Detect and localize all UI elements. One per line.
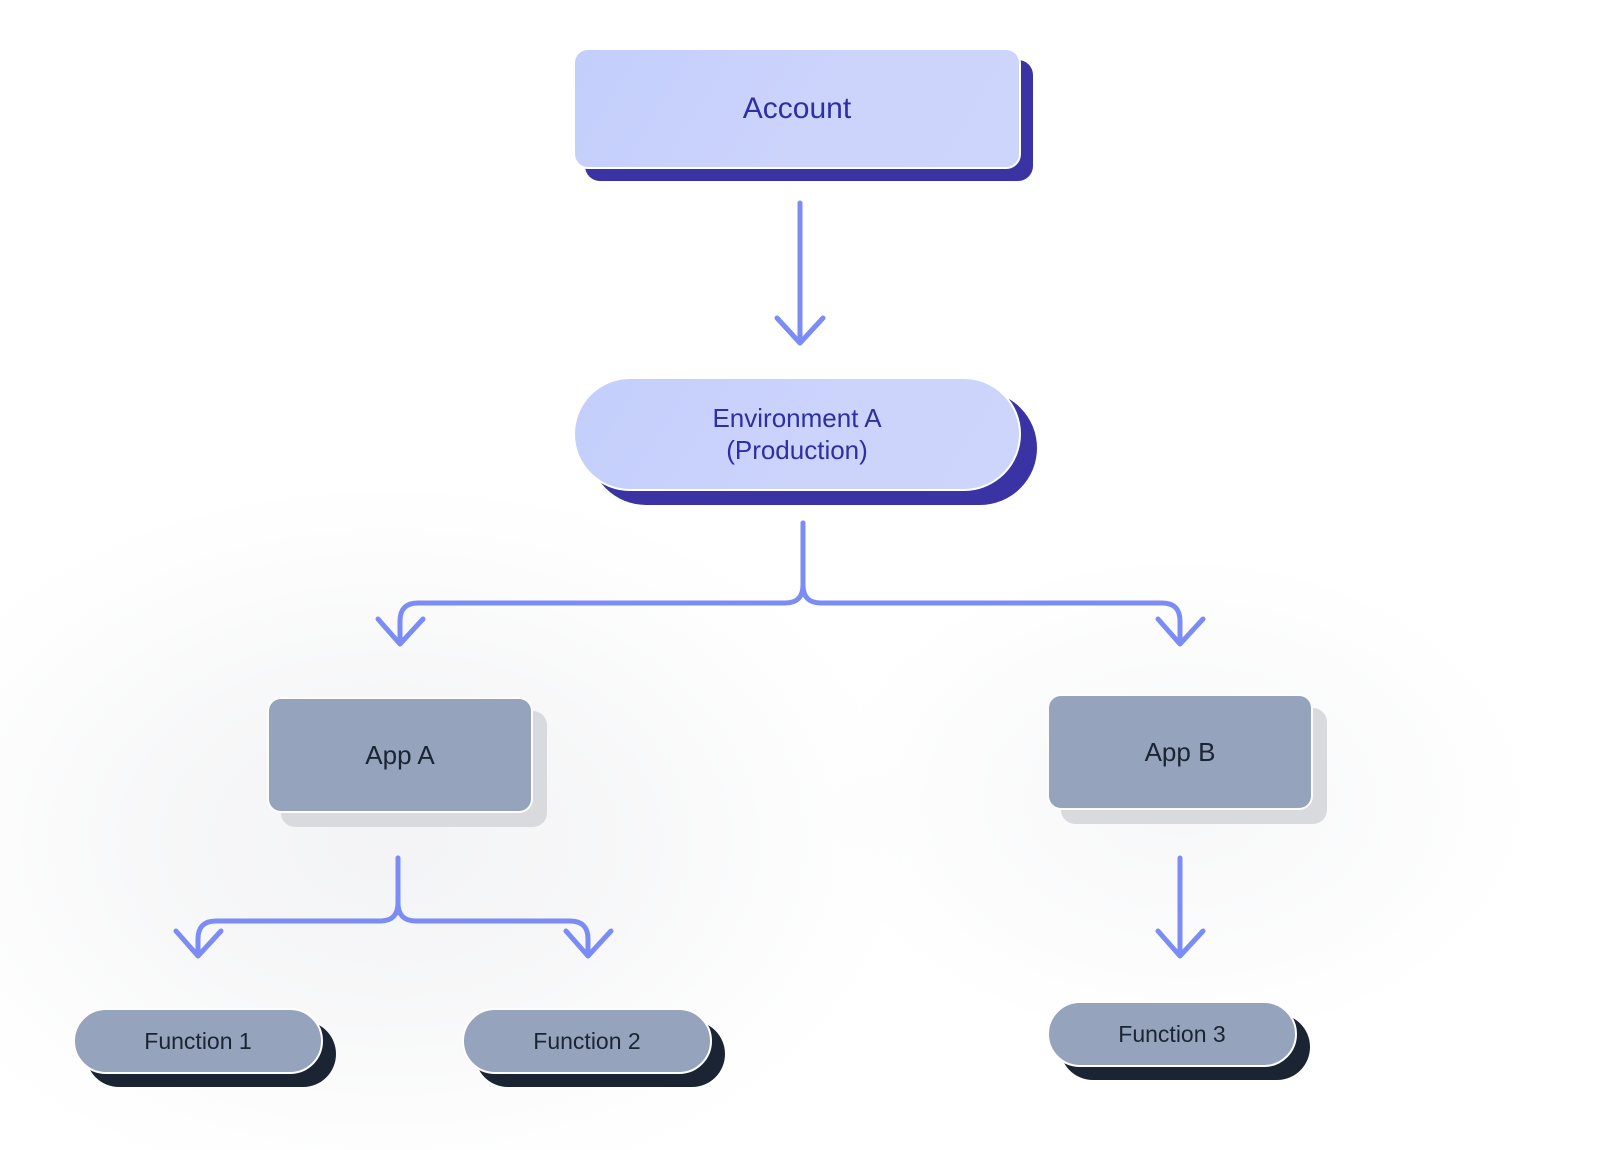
edge-app-a-to-function-2 [395,855,614,959]
node-app-b[interactable]: App B [1047,694,1313,810]
edge-account-to-environment [774,200,826,346]
node-account[interactable]: Account [573,48,1021,169]
node-environment-a[interactable]: Environment A (Production) [573,377,1021,491]
edge-environment-to-app-a [375,520,806,647]
node-app-a[interactable]: App A [267,697,533,813]
node-function-1[interactable]: Function 1 [73,1008,323,1074]
node-function-3[interactable]: Function 3 [1047,1001,1297,1067]
edge-app-a-to-function-1 [173,855,401,959]
diagram-canvas: Account Environment A (Production) App A… [0,0,1600,1150]
node-function-2[interactable]: Function 2 [462,1008,712,1074]
edge-environment-to-app-b [800,520,1206,647]
edge-app-b-to-function-3 [1155,855,1206,959]
